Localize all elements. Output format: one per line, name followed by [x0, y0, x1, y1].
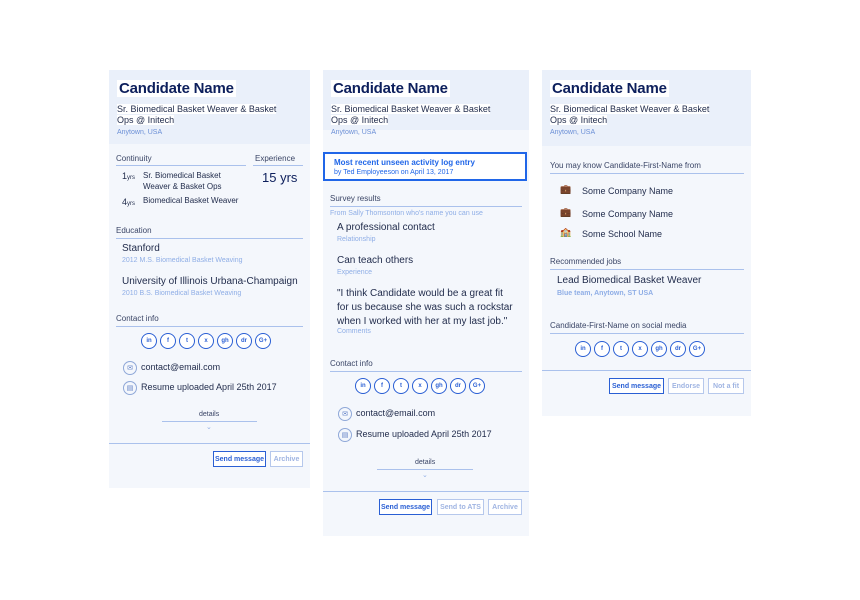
contact-email[interactable]: contact@email.com — [356, 408, 435, 418]
xing-icon[interactable]: x — [412, 378, 428, 394]
dribbble-icon[interactable]: dr — [236, 333, 252, 349]
twitter-icon[interactable]: t — [613, 341, 629, 357]
survey-answer: Can teach others — [337, 255, 414, 266]
github-icon[interactable]: gh — [651, 341, 667, 357]
card-header: Candidate Name Sr. Biomedical Basket Wea… — [323, 70, 529, 136]
survey-category: Experience — [337, 269, 373, 276]
briefcase-icon: 💼 — [560, 184, 572, 194]
social-icons: in f t x gh dr G+ — [575, 341, 705, 357]
candidate-location: Anytown, USA — [117, 129, 163, 136]
endorse-button[interactable]: Endorse — [668, 378, 704, 394]
resume-uploaded[interactable]: Resume uploaded April 25th 2017 — [141, 382, 277, 392]
candidate-card-connections: Candidate Name Sr. Biomedical Basket Wea… — [542, 70, 751, 416]
recommended-jobs-label: Recommended jobs — [550, 257, 622, 266]
email-icon: ✉ — [338, 407, 352, 421]
activity-log-entry[interactable]: Most recent unseen activity log entry by… — [323, 152, 527, 181]
archive-button[interactable]: Archive — [270, 451, 303, 467]
known-from-item[interactable]: Some Company Name — [582, 209, 673, 219]
survey-label: Survey results — [330, 194, 381, 203]
survey-category: Relationship — [337, 236, 376, 243]
candidate-location: Anytown, USA — [331, 129, 377, 136]
send-message-button[interactable]: Send message — [379, 499, 432, 515]
candidate-location: Anytown, USA — [550, 129, 596, 136]
job-sub: Blue team, Anytown, ST USA — [557, 290, 654, 297]
document-icon: ▤ — [123, 381, 137, 395]
facebook-icon[interactable]: f — [160, 333, 176, 349]
google-plus-icon[interactable]: G+ — [689, 341, 705, 357]
candidate-title: Sr. Biomedical Basket Weaver & Basket Ops… — [117, 104, 277, 125]
candidate-name: Candidate Name — [550, 80, 669, 97]
dribbble-icon[interactable]: dr — [670, 341, 686, 357]
twitter-icon[interactable]: t — [179, 333, 195, 349]
continuity-item: 1yrs — [122, 171, 136, 181]
continuity-item: 4yrs — [122, 197, 136, 207]
survey-from: From Sally Thomsonton who's name you can… — [330, 210, 483, 217]
github-icon[interactable]: gh — [431, 378, 447, 394]
google-plus-icon[interactable]: G+ — [469, 378, 485, 394]
facebook-icon[interactable]: f — [374, 378, 390, 394]
send-message-button[interactable]: Send message — [609, 378, 664, 394]
dribbble-icon[interactable]: dr — [450, 378, 466, 394]
activity-title: Most recent unseen activity log entry — [334, 158, 475, 167]
contact-info-label: Contact info — [116, 314, 159, 323]
linkedin-icon[interactable]: in — [355, 378, 371, 394]
candidate-title: Sr. Biomedical Basket Weaver & Basket Ops… — [550, 104, 710, 125]
continuity-label: Continuity — [116, 154, 152, 163]
card-header: Candidate Name Sr. Biomedical Basket Wea… — [542, 70, 751, 146]
continuity-role: Biomedical Basket Weaver — [143, 196, 239, 205]
survey-category: Comments — [337, 328, 371, 335]
xing-icon[interactable]: x — [632, 341, 648, 357]
send-to-ats-button[interactable]: Send to ATS — [437, 499, 484, 515]
you-may-know-label: You may know Candidate-First-Name from — [550, 161, 701, 170]
education-label: Education — [116, 226, 152, 235]
known-from-item[interactable]: Some Company Name — [582, 186, 673, 196]
contact-info-label: Contact info — [330, 359, 373, 368]
candidate-name: Candidate Name — [117, 80, 236, 97]
education-detail: 2012 M.S. Biomedical Basket Weaving — [122, 257, 243, 264]
twitter-icon[interactable]: t — [393, 378, 409, 394]
not-a-fit-button[interactable]: Not a fit — [708, 378, 744, 394]
chevron-down-icon[interactable]: ⌄ — [206, 423, 212, 431]
briefcase-icon: 💼 — [560, 207, 572, 217]
contact-email[interactable]: contact@email.com — [141, 362, 220, 372]
linkedin-icon[interactable]: in — [141, 333, 157, 349]
job-title[interactable]: Lead Biomedical Basket Weaver — [557, 275, 701, 286]
education-school: Stanford — [122, 243, 160, 254]
details-toggle[interactable]: details — [199, 411, 219, 418]
survey-quote: "I think Candidate would be a great fit f… — [337, 288, 513, 327]
github-icon[interactable]: gh — [217, 333, 233, 349]
linkedin-icon[interactable]: in — [575, 341, 591, 357]
document-icon: ▤ — [338, 428, 352, 442]
social-icons: in f t x gh dr G+ — [141, 333, 271, 349]
social-media-label: Candidate-First-Name on social media — [550, 321, 687, 330]
survey-answer: A professional contact — [337, 222, 435, 233]
chevron-down-icon[interactable]: ⌄ — [422, 471, 428, 479]
education-school: University of Illinois Urbana-Champaign — [122, 276, 298, 287]
candidate-name: Candidate Name — [331, 80, 450, 97]
education-detail: 2010 B.S. Biomedical Basket Weaving — [122, 290, 242, 297]
experience-label: Experience — [255, 154, 296, 163]
resume-uploaded[interactable]: Resume uploaded April 25th 2017 — [356, 429, 492, 439]
candidate-title: Sr. Biomedical Basket Weaver & Basket Ops… — [331, 104, 491, 125]
experience-value: 15 yrs — [262, 170, 298, 185]
google-plus-icon[interactable]: G+ — [255, 333, 271, 349]
xing-icon[interactable]: x — [198, 333, 214, 349]
known-from-item[interactable]: Some School Name — [582, 229, 662, 239]
card-header: Candidate Name Sr. Biomedical Basket Wea… — [109, 70, 310, 144]
archive-button[interactable]: Archive — [488, 499, 522, 515]
send-message-button[interactable]: Send message — [213, 451, 266, 467]
email-icon: ✉ — [123, 361, 137, 375]
activity-sub: by Ted Employeeson on April 13, 2017 — [334, 169, 454, 176]
facebook-icon[interactable]: f — [594, 341, 610, 357]
continuity-role: Sr. Biomedical Basket Weaver & Basket Ops — [143, 171, 222, 191]
school-icon: 🏫 — [560, 227, 572, 237]
details-toggle[interactable]: details — [415, 459, 435, 466]
social-icons: in f t x gh dr G+ — [355, 378, 485, 394]
